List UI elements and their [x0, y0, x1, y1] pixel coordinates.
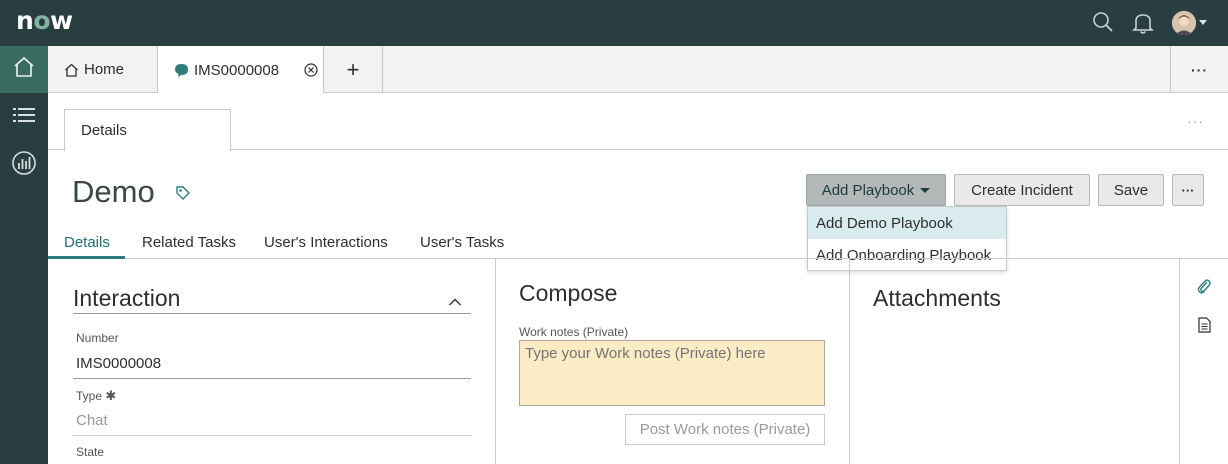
tab-record-label: IMS0000008: [194, 61, 280, 79]
tab-home[interactable]: Home: [48, 46, 158, 93]
section-divider: [73, 313, 471, 314]
interaction-section-title: Interaction: [73, 285, 181, 311]
create-incident-button[interactable]: Create Incident: [954, 174, 1090, 206]
type-label-text: Type: [76, 389, 103, 403]
subtab-details[interactable]: Details: [64, 109, 231, 151]
number-label: Number: [76, 331, 119, 345]
tag-icon[interactable]: [175, 185, 191, 206]
required-icon: ✱: [105, 388, 117, 403]
add-playbook-menu: Add Demo Playbook Add Onboarding Playboo…: [807, 206, 1007, 271]
number-field[interactable]: IMS0000008: [76, 355, 161, 372]
form-tab-users-interactions[interactable]: User's Interactions: [264, 234, 388, 251]
tab-home-label: Home: [84, 61, 125, 78]
active-tab-indicator: [48, 256, 125, 259]
paperclip-icon[interactable]: [1196, 277, 1212, 300]
panel-divider: [849, 259, 850, 464]
record-title: Demo: [72, 174, 155, 209]
add-playbook-label: Add Playbook: [821, 181, 915, 199]
rail-list[interactable]: [0, 94, 48, 141]
more-icon: ···: [1181, 182, 1195, 198]
search-icon[interactable]: [1091, 10, 1115, 39]
work-notes-label: Work notes (Private): [519, 325, 629, 339]
close-tab-icon[interactable]: [304, 63, 318, 81]
chevron-up-icon[interactable]: [448, 294, 462, 312]
plus-icon: +: [346, 56, 360, 82]
save-button[interactable]: Save: [1098, 174, 1164, 206]
form-tab-related-tasks[interactable]: Related Tasks: [142, 234, 236, 251]
tab-record[interactable]: IMS0000008: [158, 46, 324, 94]
document-icon[interactable]: [1198, 317, 1211, 338]
avatar-menu-caret-icon[interactable]: [1199, 20, 1207, 25]
add-playbook-button[interactable]: Add Playbook: [806, 174, 946, 206]
work-notes-input[interactable]: [519, 340, 825, 406]
state-label: State: [76, 445, 105, 459]
more-icon: ···: [1191, 61, 1208, 78]
tabs-more-button[interactable]: ···: [1170, 46, 1228, 93]
avatar[interactable]: [1172, 11, 1196, 35]
panel-divider: [495, 259, 496, 464]
home-icon: [64, 63, 79, 77]
type-field-underline: [73, 435, 471, 436]
bell-icon[interactable]: [1132, 11, 1154, 40]
home-icon: [12, 56, 36, 83]
compose-section-title: Compose: [519, 280, 618, 306]
number-field-underline: [73, 378, 471, 379]
panel-divider: [1179, 259, 1180, 464]
analytics-icon: [11, 150, 37, 181]
record-more-button[interactable]: ···: [1172, 174, 1204, 206]
form-tab-details[interactable]: Details: [64, 234, 110, 251]
type-label: Type ✱: [76, 388, 116, 404]
subbar-more-icon[interactable]: ···: [1187, 113, 1204, 129]
type-field[interactable]: Chat: [76, 412, 108, 429]
post-work-notes-button[interactable]: Post Work notes (Private): [625, 414, 825, 445]
servicenow-logo[interactable]: now: [16, 6, 73, 35]
top-header: now: [0, 0, 1228, 46]
chevron-down-icon: [920, 187, 931, 193]
form-tabs-divider: [48, 258, 1228, 259]
sub-tab-bar: Details ···: [48, 93, 1228, 151]
attachments-section-title: Attachments: [873, 285, 1001, 311]
workspace-tab-strip: Home IMS0000008 + ···: [48, 46, 1228, 94]
left-rail: [0, 46, 48, 464]
list-icon: [13, 106, 35, 129]
add-tab-button[interactable]: +: [324, 46, 383, 93]
rail-analytics[interactable]: [0, 142, 48, 189]
menu-item-add-demo-playbook[interactable]: Add Demo Playbook: [808, 207, 1006, 239]
rail-home[interactable]: [0, 46, 48, 93]
chat-bubble-icon: [174, 63, 189, 78]
menu-item-add-onboarding-playbook[interactable]: Add Onboarding Playbook: [808, 239, 1006, 271]
form-tab-users-tasks[interactable]: User's Tasks: [420, 234, 504, 251]
